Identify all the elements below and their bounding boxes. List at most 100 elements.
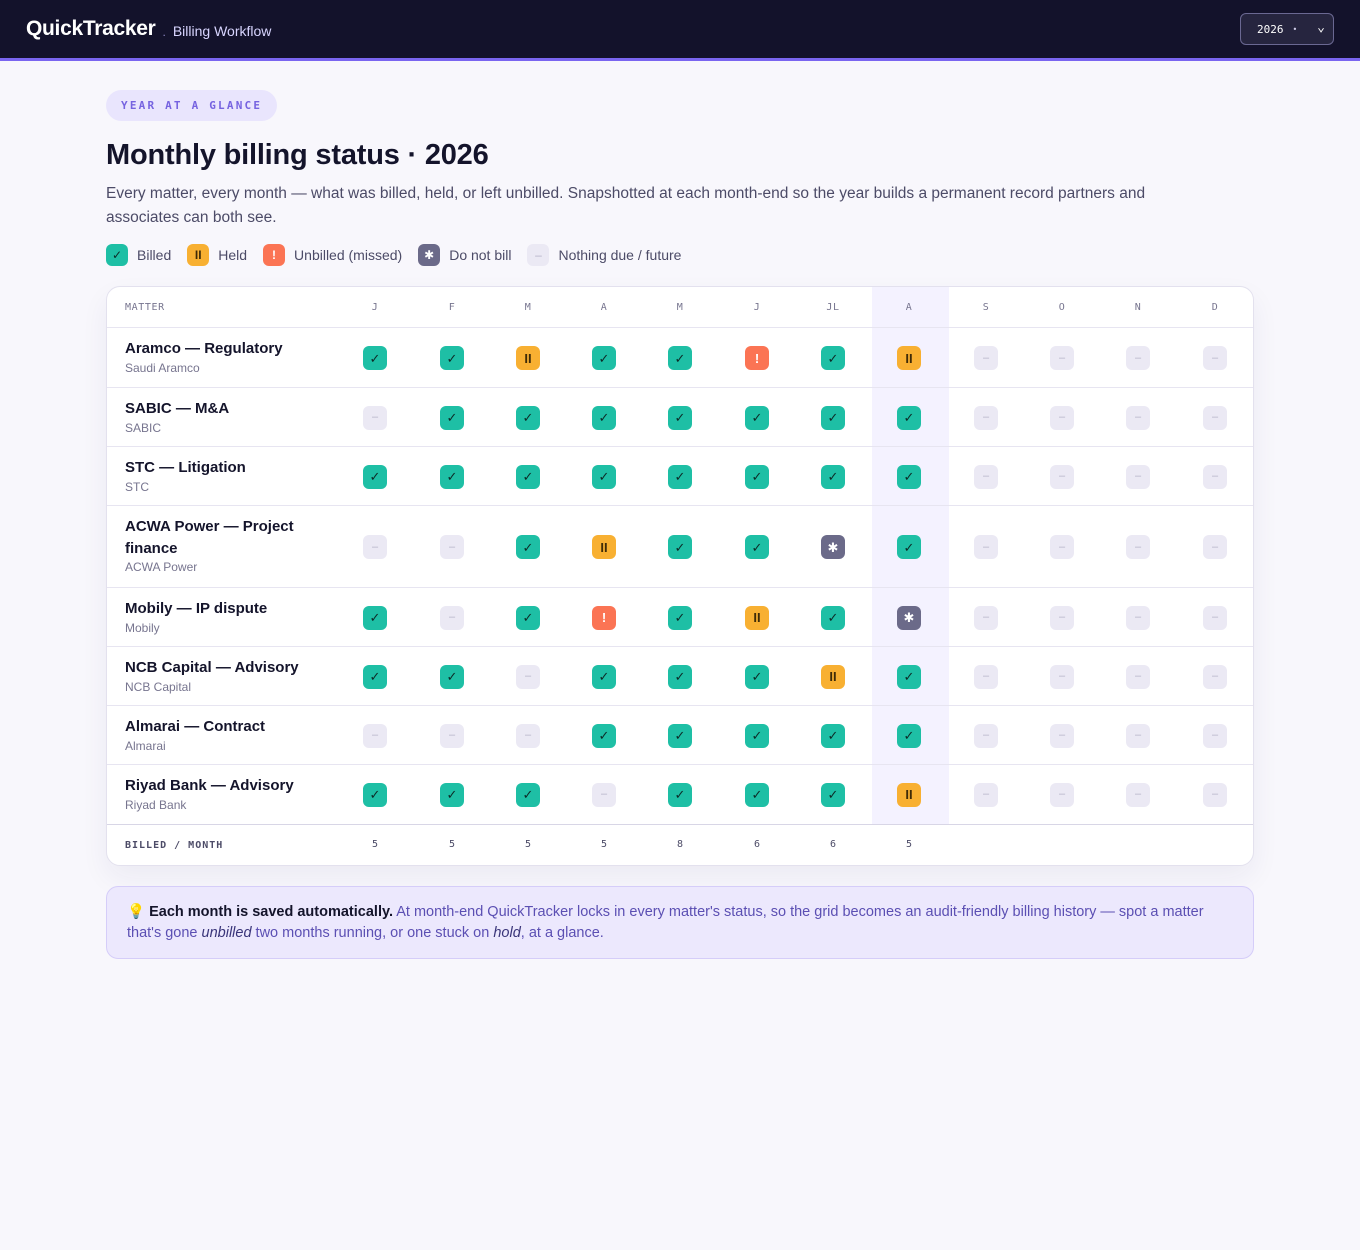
status-cell[interactable]: ✓ <box>668 535 692 559</box>
status-cell[interactable]: ✓ <box>897 464 921 489</box>
status-cell[interactable]: ✓ <box>745 464 769 489</box>
status-cell[interactable]: – <box>516 664 540 689</box>
matter-row[interactable]: NCB Capital — Advisory NCB Capital ✓ ✓ – ✓ ✓ ✓ I… <box>107 647 1253 706</box>
status-cell[interactable]: – <box>363 405 387 430</box>
status-cell[interactable]: – <box>1050 605 1074 630</box>
status-cell[interactable]: ✓ <box>592 464 616 489</box>
status-cell[interactable]: ✓ <box>897 535 921 559</box>
status-cell[interactable]: ✓ <box>745 782 769 807</box>
status-cell[interactable]: ✓ <box>363 664 387 689</box>
status-cell[interactable]: ✓ <box>897 664 921 689</box>
status-cell[interactable]: ✓ <box>821 405 845 430</box>
status-cell[interactable]: – <box>974 464 998 489</box>
status-cell[interactable]: – <box>1050 664 1074 689</box>
status-cell[interactable]: – <box>974 723 998 748</box>
status-cell[interactable]: – <box>1126 535 1150 559</box>
status-cell[interactable]: ✓ <box>440 405 464 430</box>
matter-name[interactable]: STC — Litigation <box>125 457 315 479</box>
status-cell[interactable]: – <box>1126 464 1150 489</box>
status-cell[interactable]: – <box>1203 723 1227 748</box>
matter-name[interactable]: Aramco — Regulatory <box>125 338 315 360</box>
status-cell[interactable]: – <box>363 535 387 559</box>
status-cell[interactable]: ✓ <box>363 464 387 489</box>
status-cell[interactable]: – <box>516 723 540 748</box>
status-cell[interactable]: ✓ <box>592 346 616 370</box>
status-cell[interactable]: ✓ <box>592 405 616 430</box>
status-cell[interactable]: ✓ <box>440 464 464 489</box>
year-select[interactable]: 2026 • ⌄ <box>1240 13 1334 45</box>
status-cell[interactable]: ✓ <box>821 723 845 748</box>
status-cell[interactable]: ! <box>745 346 769 370</box>
matter-name[interactable]: ACWA Power — Project finance <box>125 516 315 560</box>
status-cell[interactable]: ✓ <box>668 405 692 430</box>
status-cell[interactable]: ✓ <box>745 535 769 559</box>
status-cell[interactable]: ✓ <box>821 346 845 370</box>
matter-name[interactable]: Riyad Bank — Advisory <box>125 775 315 797</box>
status-cell[interactable]: ✓ <box>363 346 387 370</box>
status-cell[interactable]: – <box>1050 405 1074 430</box>
status-cell[interactable]: ✓ <box>440 782 464 807</box>
status-cell[interactable]: – <box>440 605 464 630</box>
status-cell[interactable]: – <box>1203 535 1227 559</box>
matter-row[interactable]: Almarai — Contract Almarai – – – ✓ ✓ ✓ ✓ ✓ – – – – <box>107 706 1253 765</box>
status-cell[interactable]: II <box>821 664 845 689</box>
matter-row[interactable]: STC — Litigation STC ✓ ✓ ✓ ✓ ✓ ✓ ✓ ✓ – – – – <box>107 447 1253 506</box>
status-cell[interactable]: ✓ <box>745 405 769 430</box>
status-cell[interactable]: ✓ <box>516 782 540 807</box>
matter-name[interactable]: NCB Capital — Advisory <box>125 657 315 679</box>
status-cell[interactable]: ✓ <box>592 723 616 748</box>
app-logo[interactable]: QuickTracker <box>26 17 156 41</box>
status-cell[interactable]: ✓ <box>668 346 692 370</box>
status-cell[interactable]: – <box>1126 782 1150 807</box>
status-cell[interactable]: – <box>1126 605 1150 630</box>
status-cell[interactable]: – <box>974 782 998 807</box>
status-cell[interactable]: ✓ <box>516 464 540 489</box>
status-cell[interactable]: – <box>974 346 998 370</box>
matter-row[interactable]: Mobily — IP dispute Mobily ✓ – ✓! ✓ II ✓ ✱ – – – – <box>107 588 1253 647</box>
status-cell[interactable]: – <box>974 535 998 559</box>
matter-name[interactable]: Mobily — IP dispute <box>125 598 315 620</box>
status-cell[interactable]: – <box>1203 782 1227 807</box>
status-cell[interactable]: – <box>1050 723 1074 748</box>
matter-row[interactable]: SABIC — M&A SABIC – ✓ ✓ ✓ ✓ ✓ ✓ ✓ – – – – <box>107 388 1253 447</box>
status-cell[interactable]: – <box>974 605 998 630</box>
status-cell[interactable]: ✓ <box>668 782 692 807</box>
matter-row[interactable]: ACWA Power — Project finance ACWA Power – –… <box>107 506 1253 588</box>
status-cell[interactable]: ✓ <box>516 605 540 630</box>
status-cell[interactable]: ✓ <box>821 605 845 630</box>
status-cell[interactable]: ✓ <box>668 464 692 489</box>
status-cell[interactable]: ✓ <box>440 346 464 370</box>
status-cell[interactable]: II <box>897 782 921 807</box>
status-cell[interactable]: – <box>974 664 998 689</box>
status-cell[interactable]: – <box>1126 405 1150 430</box>
status-cell[interactable]: ✓ <box>516 535 540 559</box>
status-cell[interactable]: ✓ <box>897 723 921 748</box>
status-cell[interactable]: ✓ <box>668 605 692 630</box>
status-cell[interactable]: – <box>974 405 998 430</box>
status-cell[interactable]: – <box>1050 782 1074 807</box>
status-cell[interactable]: ✓ <box>668 664 692 689</box>
status-cell[interactable]: II <box>516 346 540 370</box>
status-cell[interactable]: ✓ <box>440 664 464 689</box>
status-cell[interactable]: ✱ <box>897 605 921 630</box>
status-cell[interactable]: ✓ <box>745 664 769 689</box>
status-cell[interactable]: – <box>1050 535 1074 559</box>
status-cell[interactable]: – <box>440 535 464 559</box>
status-cell[interactable]: II <box>745 605 769 630</box>
status-cell[interactable]: – <box>1126 346 1150 370</box>
status-cell[interactable]: ✓ <box>592 664 616 689</box>
status-cell[interactable]: – <box>1126 723 1150 748</box>
status-cell[interactable]: ✓ <box>821 464 845 489</box>
matter-row[interactable]: Riyad Bank — Advisory Riyad Bank ✓ ✓ ✓ – ✓ ✓ ✓ II… <box>107 765 1253 824</box>
status-cell[interactable]: – <box>1203 464 1227 489</box>
status-cell[interactable]: ✓ <box>516 405 540 430</box>
status-cell[interactable]: – <box>1050 464 1074 489</box>
status-cell[interactable]: – <box>363 723 387 748</box>
matter-name[interactable]: SABIC — M&A <box>125 398 315 420</box>
status-cell[interactable]: – <box>1203 605 1227 630</box>
status-cell[interactable]: – <box>592 782 616 807</box>
status-cell[interactable]: ✓ <box>821 782 845 807</box>
status-cell[interactable]: ✓ <box>363 782 387 807</box>
status-cell[interactable]: – <box>1126 664 1150 689</box>
matter-name[interactable]: Almarai — Contract <box>125 716 315 738</box>
